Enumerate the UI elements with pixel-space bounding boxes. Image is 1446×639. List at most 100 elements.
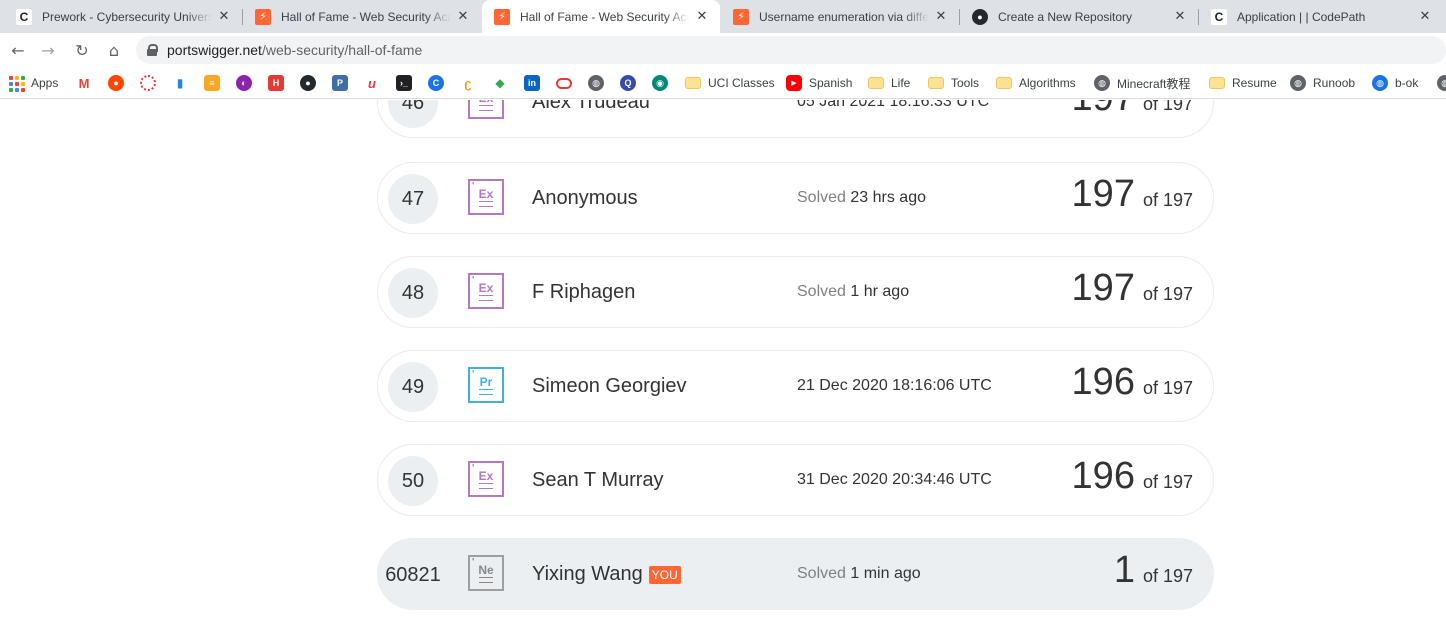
close-icon[interactable]: ✕ [694,9,710,25]
tab-prework[interactable]: C Prework - Cybersecurity Universit ✕ [4,0,242,33]
url-host: portswigger.net [167,42,262,58]
bookmark-c[interactable]: C [428,74,444,92]
tab-title: Create a New Repository [998,9,1133,24]
bookmark-label: b-ok [1395,76,1419,90]
close-icon[interactable]: ✕ [933,9,949,25]
bookmark-minecraft[interactable]: ◍ Minecraft教程 [1094,74,1190,92]
bookmark-hackerrank[interactable]: H [268,74,284,92]
forward-arrow-icon[interactable]: → [38,40,58,60]
bookmark-tools[interactable]: Tools [928,74,979,92]
bookmark-ring[interactable] [140,74,156,92]
bookmark-gmail[interactable]: M [76,74,92,92]
user-name: Anonymous [532,187,638,210]
bookmarks-bar: Apps M ● ▮ ≡ ◐ H ● P u ›_ C ʗ ◆ in ◍ Q ◉… [0,67,1446,99]
user-name: Yixing Wang YOU [532,563,681,586]
rank-number: 50 [388,456,438,506]
tab-create-repository[interactable]: ● Create a New Repository ✕ [960,0,1198,33]
bookmark-algorithms[interactable]: Algorithms [996,74,1076,92]
table-row: 49 Pr Simeon Georgiev 21 Dec 2020 18:16:… [377,350,1214,422]
bookmark-linkedin[interactable]: in [524,74,540,92]
close-icon[interactable]: ✕ [216,9,232,25]
home-icon[interactable]: ⌂ [104,40,124,60]
url-path: /web-security/hall-of-fame [261,42,423,58]
bookmark-stack[interactable]: ≡ [204,74,220,92]
bookmark-chart[interactable]: ▮ [172,74,188,92]
score: 196 of 197 [1072,361,1193,404]
bookmark-overflow[interactable]: ◍ [1437,74,1446,92]
bookmark-label: Resume [1232,76,1277,90]
globe-icon: ◍ [588,75,604,91]
bookmark-leetcode[interactable]: ʗ [460,74,476,92]
bookmark-github[interactable]: ● [300,74,316,92]
close-icon[interactable]: ✕ [1417,9,1433,25]
solved-value: 31 Dec 2020 20:34:46 UTC [797,471,992,488]
oracle-icon [556,77,572,89]
bookmark-reddit[interactable]: ● [108,74,124,92]
address-bar[interactable]: portswigger.net/web-security/hall-of-fam… [136,36,1446,64]
github-icon: ● [972,8,988,25]
rank-number: 49 [388,362,438,412]
globe-icon: ◍ [1437,75,1446,91]
score-value: 1 [1113,549,1135,591]
tab-hall-of-fame-active[interactable]: ⚡ Hall of Fame - Web Security Acad ✕ [482,0,720,33]
folder-icon [1209,77,1225,89]
rank-number: 60821 [385,563,441,586]
bookmark-terminal[interactable]: ›_ [396,74,412,92]
bookmark-apps[interactable]: Apps [8,74,58,92]
solved-prefix: Solved [797,565,846,582]
score-value: 196 [1071,455,1135,497]
stack-icon: ≡ [204,75,220,91]
hackerrank-icon: H [268,75,284,91]
tab-hall-of-fame-1[interactable]: ⚡ Hall of Fame - Web Security Acad ✕ [243,0,481,33]
bookmark-circle[interactable]: ◐ [236,74,252,92]
drop-icon: ◉ [652,75,668,91]
bookmark-label: Tools [951,76,980,90]
expert-badge-icon: Ex [468,461,504,497]
badge-symbol: Ex [479,100,494,105]
reload-icon[interactable]: ↻ [72,40,92,60]
bookmark-shapes[interactable]: ◆ [492,74,508,92]
bookmark-life[interactable]: Life [868,74,910,92]
tab-codepath-application[interactable]: C Application | | CodePath ✕ [1199,0,1443,33]
bookmark-label: Minecraft教程 [1117,76,1191,91]
practitioner-badge-icon: Pr [468,367,504,403]
bookmark-oracle[interactable] [556,74,572,92]
bookmark-spanish[interactable]: ▶ Spanish [786,74,852,92]
bookmark-p[interactable]: P [332,74,348,92]
bookmark-script[interactable]: u [364,74,380,92]
url-text[interactable]: portswigger.net/web-security/hall-of-fam… [167,42,422,58]
solved-time: Solved 1 hr ago [797,283,909,301]
user-name-text: Simeon Georgiev [532,375,687,397]
gmail-icon: M [76,75,92,91]
lock-icon[interactable] [147,44,158,56]
score-total: of 197 [1142,378,1193,398]
user-name-text: Yixing Wang [532,563,643,585]
solved-value: 1 min ago [850,565,921,582]
score: 196 of 197 [1072,455,1193,498]
solved-value: 05 Jan 2021 18:16:33 UTC [797,100,990,110]
solved-prefix: Solved [797,189,846,206]
globe-icon: ◍ [1094,75,1110,91]
score-total: of 197 [1142,100,1193,114]
portswigger-icon: ⚡ [255,8,271,25]
leetcode-icon: ʗ [460,75,476,91]
back-arrow-icon[interactable]: ← [8,40,28,60]
close-icon[interactable]: ✕ [1172,9,1188,25]
close-icon[interactable]: ✕ [455,9,471,25]
score-value: 197 [1071,267,1135,309]
bookmark-label: Algorithms [1019,76,1076,90]
bookmark-b-ok[interactable]: ◍ b-ok [1372,74,1418,92]
bookmark-runoob[interactable]: ◍ Runoob [1290,74,1355,92]
bookmark-resume[interactable]: Resume [1209,74,1277,92]
tab-username-enumeration[interactable]: ⚡ Username enumeration via differ ✕ [721,0,959,33]
q-logo-icon: Q [620,75,636,91]
bookmark-q[interactable]: Q [620,74,636,92]
bookmark-globe[interactable]: ◍ [588,74,604,92]
table-row: 50 Ex Sean T Murray 31 Dec 2020 20:34:46… [377,444,1214,516]
newbie-badge-icon: Ne [468,555,504,591]
user-name: Simeon Georgiev [532,375,687,398]
bookmark-uci-classes[interactable]: UCI Classes [685,74,775,92]
solved-time: Solved 23 hrs ago [797,189,926,207]
bookmark-drop[interactable]: ◉ [652,74,668,92]
tab-title: Prework - Cybersecurity Universit [42,9,212,24]
